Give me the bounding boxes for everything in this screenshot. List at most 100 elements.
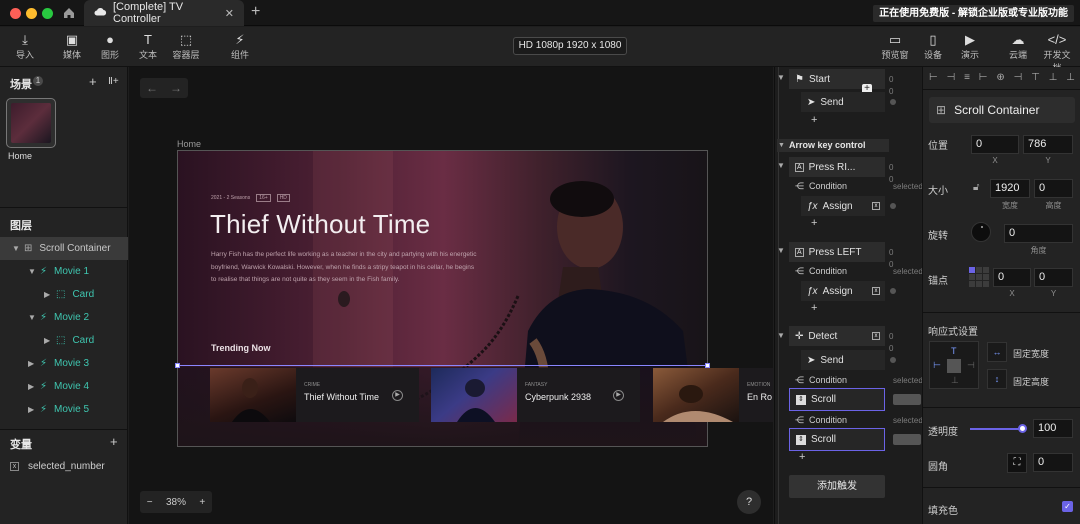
action-scroll[interactable]: ⇕ Scroll (789, 428, 885, 451)
help-button[interactable]: ? (737, 490, 761, 514)
cloud-button[interactable]: ☁ 云端 (1003, 32, 1033, 61)
layer-row-card[interactable]: ▶ ⬚ Card (0, 283, 128, 306)
zoom-level[interactable]: 38% (166, 497, 186, 508)
constraints-widget[interactable]: T ⊢ ⊣ ⊥ (929, 341, 979, 389)
close-window-button[interactable] (10, 8, 21, 19)
layer-row-movie-2[interactable]: ▼ ⚡ Movie 2 (0, 306, 128, 329)
new-tab-icon[interactable]: + (251, 3, 260, 21)
preview-button[interactable]: ▭ 预览窗 (880, 32, 910, 61)
text-button[interactable]: T 文本 (133, 32, 163, 61)
height-input[interactable]: 0 (1034, 179, 1073, 198)
group-arrow-key-control[interactable]: ▼ Arrow key control (777, 139, 889, 152)
trigger-label: Start (808, 73, 831, 85)
opacity-slider-thumb[interactable] (1018, 424, 1027, 433)
maximize-window-button[interactable] (42, 8, 53, 19)
position-y-input[interactable]: 786 (1023, 135, 1073, 154)
rotation-dial[interactable] (971, 222, 991, 242)
upgrade-banner[interactable]: 正在使用免费版 - 解锁企业版或专业版功能 (873, 5, 1074, 22)
minimize-window-button[interactable] (26, 8, 37, 19)
device-button[interactable]: ▯ 设备 (918, 32, 948, 61)
document-tab[interactable]: [Complete] TV Controller ✕ (84, 0, 244, 26)
add-scene-icon[interactable]: + (89, 74, 97, 89)
align-center-icon[interactable]: ⊕ (996, 72, 1004, 83)
add-trigger-button[interactable]: 添加触发 (789, 475, 885, 498)
action-scroll[interactable]: ⇕ Scroll (789, 388, 885, 411)
add-variable-icon[interactable]: + (110, 434, 118, 449)
layer-row-movie-1[interactable]: ▼ ⚡ Movie 1 (0, 260, 128, 283)
opacity-input[interactable]: 100 (1033, 419, 1073, 438)
anchor-x-input[interactable]: 0 (993, 268, 1031, 287)
action-assign[interactable]: ƒx Assign x (801, 281, 885, 301)
action-send[interactable]: ➤ Send (801, 92, 885, 112)
container-button[interactable]: ⬚ 容器层 (171, 32, 201, 61)
fixed-height-icon[interactable]: ↕ (987, 369, 1007, 389)
align-top-icon[interactable]: ⊤ (1031, 72, 1040, 83)
trigger-press-left[interactable]: A Press LEFT (789, 242, 885, 262)
action-send[interactable]: ➤ Send (801, 350, 885, 370)
trigger-detect[interactable]: ✛ Detect x (789, 326, 885, 346)
zoom-out-icon[interactable]: − (147, 497, 153, 508)
layer-row-movie-4[interactable]: ▶ ⚡ Movie 4 (0, 375, 128, 398)
component-icon: ⚡ (235, 32, 245, 47)
add-action-icon[interactable]: + (811, 114, 817, 126)
action-assign[interactable]: ƒx Assign x (801, 196, 885, 216)
condition-row[interactable]: ⋲ Condition (795, 179, 847, 193)
rotation-input[interactable]: 0 (1004, 224, 1073, 243)
hero-title: Thief Without Time (210, 209, 431, 239)
add-action-icon[interactable]: + (811, 217, 817, 229)
present-button[interactable]: ▶ 演示 (955, 32, 985, 61)
home-icon[interactable] (62, 6, 76, 20)
opacity-slider-track[interactable] (970, 428, 1022, 430)
corner-radius-input[interactable]: 0 (1033, 453, 1073, 472)
canvas-area[interactable]: ← → Home 2021 - 2 Seasons 16+ HD Thief W… (129, 67, 773, 524)
align-vcenter-icon[interactable]: ⊥ (1049, 72, 1058, 83)
condition-row[interactable]: ⋲ Condition (795, 413, 847, 427)
trigger-press-right[interactable]: A Press RI... (789, 157, 885, 177)
condition-row[interactable]: ⋲ Condition (795, 264, 847, 278)
condition-icon: ⋲ (795, 414, 804, 425)
condition-label: Condition (809, 375, 848, 385)
play-circle-icon[interactable]: ▶ (392, 390, 403, 401)
movie-card[interactable]: EMOTION En Ro (653, 368, 773, 422)
scene-options-icon[interactable]: Ⅱ+ (108, 76, 119, 87)
resolution-selector[interactable]: HD 1080p 1920 x 1080 (513, 37, 627, 55)
distribute-h-icon[interactable]: ≡ (964, 72, 970, 83)
zoom-in-icon[interactable]: + (199, 497, 205, 508)
width-input[interactable]: 1920 (990, 179, 1030, 198)
fill-checkbox[interactable]: ✓ (1062, 501, 1073, 512)
detect-icon: ✛ (795, 330, 804, 342)
play-circle-icon[interactable]: ▶ (613, 390, 624, 401)
resize-handle[interactable] (175, 363, 180, 368)
align-left-icon[interactable]: ⊢ (929, 72, 938, 83)
align-right-edge-icon[interactable]: ⊣ (1014, 72, 1023, 83)
lock-ratio-icon[interactable]: 🔓︎ (973, 182, 979, 193)
fixed-width-icon[interactable]: ↔ (987, 342, 1007, 362)
forward-arrow-icon[interactable]: → (170, 81, 182, 95)
anchor-y-input[interactable]: 0 (1034, 268, 1073, 287)
align-bottom-icon[interactable]: ⊥ (1066, 72, 1075, 83)
layer-row-movie-5[interactable]: ▶ ⚡ Movie 5 (0, 398, 128, 421)
shape-button[interactable]: ● 图形 (95, 32, 125, 61)
add-action-icon[interactable]: + (811, 302, 817, 314)
anchor-grid[interactable] (969, 267, 989, 287)
cloud-label: 云端 (1008, 50, 1027, 60)
corner-radius-icon[interactable]: ⛶ (1007, 453, 1027, 473)
condition-row[interactable]: ⋲ Condition (795, 373, 847, 387)
layer-row-scroll-container[interactable]: ▼ ⊞ Scroll Container (0, 237, 128, 260)
import-button[interactable]: ⤓ 导入 (10, 32, 40, 61)
variable-row[interactable]: x selected_number (10, 461, 105, 472)
movie-card[interactable]: FANTASY Cyberpunk 2938 ▶ (431, 368, 640, 422)
align-hcenter-icon[interactable]: ⊣ (947, 72, 956, 83)
movie-card[interactable]: CRIME Thief Without Time ▶ (210, 368, 419, 422)
media-button[interactable]: ▣ 媒体 (57, 32, 87, 61)
width-caption: 宽度 (1002, 201, 1018, 210)
close-tab-icon[interactable]: ✕ (225, 7, 234, 20)
component-button[interactable]: ⚡ 组件 (225, 32, 255, 61)
align-right-icon[interactable]: ⊢ (979, 72, 988, 83)
position-x-input[interactable]: 0 (971, 135, 1019, 154)
back-arrow-icon[interactable]: ← (146, 81, 158, 95)
layer-row-movie-3[interactable]: ▶ ⚡ Movie 3 (0, 352, 128, 375)
add-action-icon[interactable]: + (799, 451, 805, 463)
layer-row-card[interactable]: ▶ ⬚ Card (0, 329, 128, 352)
scene-thumbnail[interactable] (6, 98, 56, 148)
